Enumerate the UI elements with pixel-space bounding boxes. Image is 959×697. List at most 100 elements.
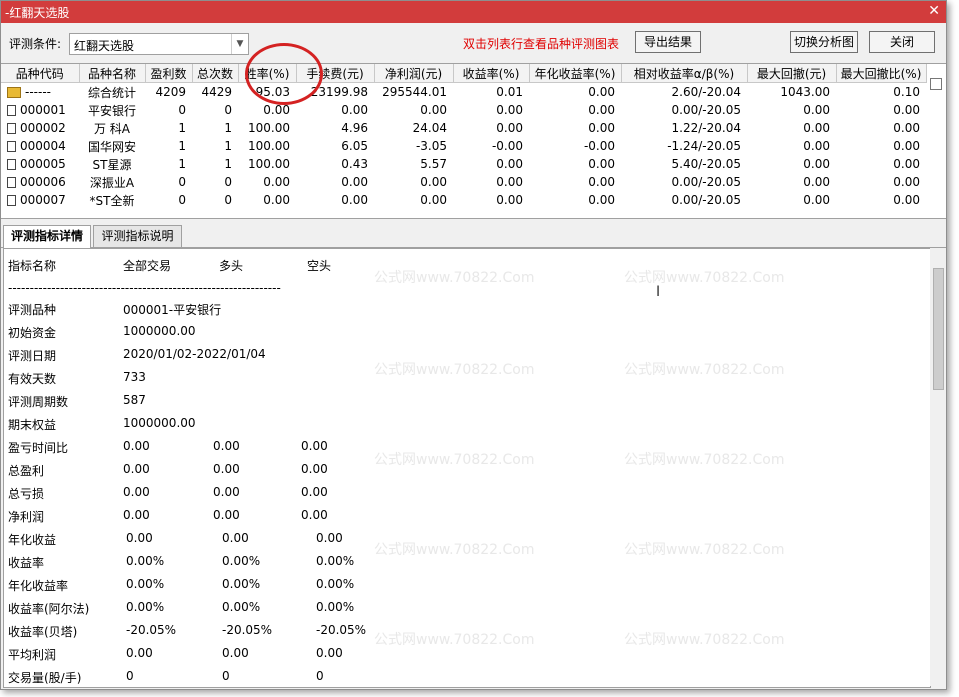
detail-value-short: 0 [316,669,324,683]
column-header[interactable]: 品种代码 [1,64,80,83]
detail-value-long: 0.00 [222,646,249,660]
cell-alpha: 1.22/-20.04 [671,121,741,135]
column-header[interactable]: 相对收益率α/β(%) [621,64,748,83]
title-bar: -红翻天选股 ✕ [1,1,946,23]
detail-value-all: 0.00% [126,554,165,568]
watermark-text: 公式网www.70822.Com [374,632,535,648]
cell-win: 1 [178,139,186,153]
cell-fee: 6.05 [341,139,368,153]
detail-value-all: 0.00% [126,600,165,614]
watermark-text: 公式网www.70822.Com [624,632,785,648]
detail-value-all: 0.00 [123,439,150,453]
column-header[interactable]: 最大回撤(元) [747,64,837,83]
document-icon [7,159,16,170]
detail-label: 期末权益 [8,418,57,432]
table-row[interactable]: 000004 国华网安 1 1 100.00 6.05 -3.05 -0.00 -0.00 -1.… [1,137,926,155]
document-icon [7,177,16,188]
detail-value-short: 0.00 [316,531,343,545]
table-row[interactable]: 000006 深振业A 0 0 0.00 0.00 0.00 0.00 0.00 0.00/-20… [1,173,926,191]
detail-value-short: 0.00% [316,600,355,614]
column-header[interactable]: 品种名称 [79,64,146,83]
summary-row[interactable]: ------ 综合统计 4209 4429 95.03 23199.98 295544.01… [1,82,926,101]
toolbar: 评测条件: 红翻天选股 ▼ 双击列表行查看品种评测图表 导出结果 切换分析图 关… [1,23,946,61]
watermark-text: 公式网www.70822.Com [374,362,535,378]
watermark-text: 公式网www.70822.Com [624,270,785,286]
cell-total: 0 [224,103,232,117]
export-button[interactable]: 导出结果 [635,31,701,53]
column-header[interactable]: 总次数 [192,64,239,83]
detail-value-long: 0 [222,669,230,683]
detail-value-short: 0.00 [301,462,328,476]
cell-ret: 0.01 [453,82,529,101]
detail-label: 有效天数 [8,372,57,386]
detail-value-short: -20.05% [316,623,367,637]
detail-label: 交易量(股/手) [8,671,82,685]
tab-evaluation-details[interactable]: 评测指标详情 [3,225,91,248]
double-click-hint: 双击列表行查看品种评测图表 [463,37,620,51]
column-header[interactable]: 盈利数 [145,64,193,83]
cell-name: 国华网安 [87,139,136,154]
detail-value-all: 0.00 [126,646,153,660]
cell-code: 000005 [1,155,79,173]
column-header[interactable]: 最大回撤比(%) [836,64,927,83]
detail-value-long: 0.00 [213,462,240,476]
scrollbar-thumb[interactable] [933,268,944,390]
cell-fee: 23199.98 [296,82,374,101]
detail-value-all: 0.00 [123,462,150,476]
cell-dd: 0.00 [803,193,830,207]
tab-evaluation-notes[interactable]: 评测指标说明 [93,225,182,247]
detail-value-short: 0.00% [316,577,355,591]
code-text: 000001 [20,103,66,117]
cell-dd: 0.00 [803,157,830,171]
cell-profit: 0.00 [420,193,447,207]
detail-header-all: 全部交易 [123,259,172,273]
results-grid: 品种代码 品种名称 盈利数 总次数 胜率(%) 手续费(元) 净利润(元) 收益率(%) 年化收… [1,63,946,219]
detail-value-long: 0.00% [222,554,261,568]
detail-label: 收益率(贝塔) [8,625,78,639]
cell-rate: 100.00 [248,139,290,153]
cell-alpha: 0.00/-20.05 [671,175,741,189]
detail-label: 评测品种 [8,303,57,317]
chevron-down-icon[interactable]: ▼ [231,34,248,54]
detail-value-all: 0.00 [126,531,153,545]
detail-value-all: 0.00% [126,577,165,591]
cell-ddr: 0.00 [893,121,920,135]
condition-label: 评测条件: [9,37,62,51]
code-text: 000005 [20,157,66,171]
table-row[interactable]: 000007 *ST全新 0 0 0.00 0.00 0.00 0.00 0.00 0.00/-2… [1,191,926,209]
detail-header-name: 指标名称 [8,259,57,273]
table-row[interactable]: 000001 平安银行 0 0 0.00 0.00 0.00 0.00 0.00 0.00/-20… [1,101,926,119]
column-header[interactable]: 胜率(%) [238,64,297,83]
detail-label: 评测日期 [8,349,57,363]
detail-value-all: 0 [126,669,134,683]
cell-profit: 24.04 [412,121,447,135]
cell-code: 000006 [1,173,79,191]
column-header[interactable]: 净利润(元) [374,64,454,83]
cell-fee: 0.00 [341,193,368,207]
cell-total: 0 [224,193,232,207]
cell-annual: 0.00 [588,103,615,117]
cell-rate: 0.00 [263,193,290,207]
close-icon[interactable]: ✕ [928,3,940,19]
grid-checkbox[interactable] [930,78,942,90]
cell-win: 0 [178,175,186,189]
cell-profit: 0.00 [420,175,447,189]
cell-win: 0 [178,103,186,117]
detail-value-long: 0.00 [213,485,240,499]
cell-fee: 0.43 [341,157,368,171]
condition-dropdown[interactable]: 红翻天选股 ▼ [69,33,249,55]
column-header[interactable]: 手续费(元) [296,64,375,83]
detail-tabs: 评测指标详情 评测指标说明 [1,223,946,248]
watermark-text: 公式网www.70822.Com [374,452,535,468]
column-header[interactable]: 收益率(%) [453,64,530,83]
close-button[interactable]: 关闭 [869,31,935,53]
switch-chart-button[interactable]: 切换分析图 [790,31,858,53]
column-header[interactable]: 年化收益率(%) [529,64,622,83]
detail-value-all: 733 [123,370,146,384]
vertical-scrollbar[interactable] [930,248,946,686]
table-row[interactable]: 000005 ST星源 1 1 100.00 0.43 5.57 0.00 0.00 5.40/-… [1,155,926,173]
detail-label: 初始资金 [8,326,57,340]
table-row[interactable]: 000002 万 科A 1 1 100.00 4.96 24.04 0.00 0.00 1.22/… [1,119,926,137]
detail-value-long: 0.00 [213,508,240,522]
cell-profit: -3.05 [415,139,447,153]
